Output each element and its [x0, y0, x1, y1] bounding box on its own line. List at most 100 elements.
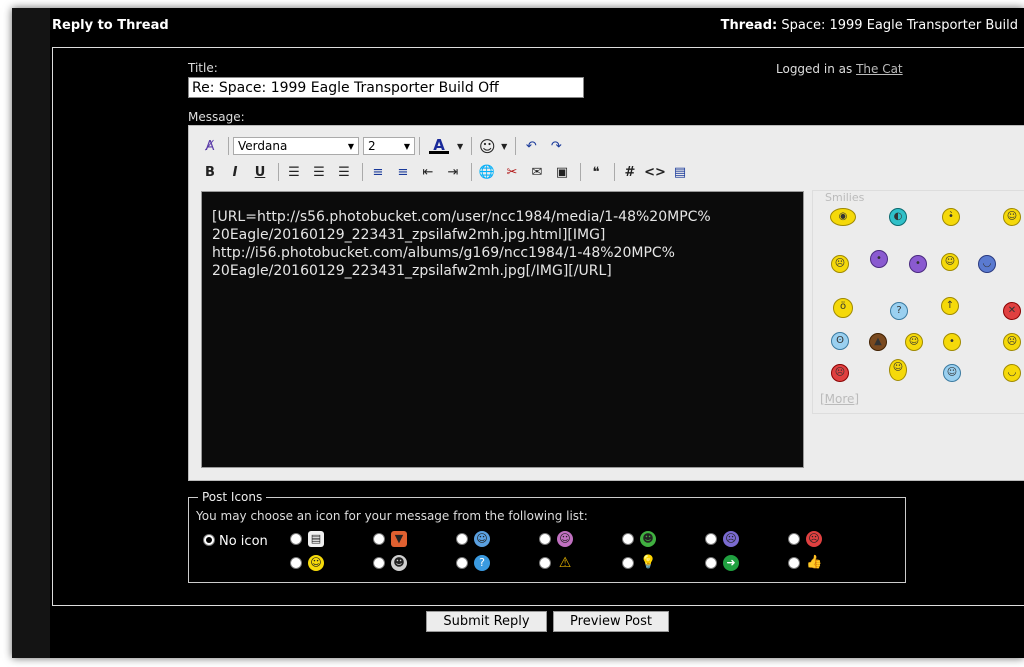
- smilie-icon[interactable]: ↑: [941, 297, 959, 315]
- post-icons-legend: Post Icons: [198, 490, 267, 504]
- smilie-icon[interactable]: ☺: [941, 253, 959, 271]
- align-left-icon[interactable]: ☰: [283, 161, 305, 183]
- smilie-icon[interactable]: ☺: [905, 333, 923, 351]
- thumbs-down-icon: ▼: [391, 531, 407, 547]
- insert-link-icon[interactable]: 🌐: [476, 161, 498, 183]
- chevron-down-icon: ▼: [403, 141, 410, 151]
- align-center-icon[interactable]: ☰: [308, 161, 330, 183]
- undo-icon[interactable]: ↶: [520, 135, 542, 157]
- redo-icon[interactable]: ↷: [545, 135, 567, 157]
- indent-icon[interactable]: ⇥: [442, 161, 464, 183]
- smilie-icon[interactable]: ☺: [1003, 208, 1021, 226]
- post-icon-radio[interactable]: [622, 557, 634, 569]
- smilie-icon[interactable]: •: [909, 255, 927, 273]
- smilie-icon[interactable]: ◡: [1003, 364, 1021, 382]
- unordered-list-icon[interactable]: ≡: [392, 161, 414, 183]
- smile-icon: ☺: [474, 531, 490, 547]
- font-size-value: 2: [368, 139, 376, 153]
- message-line: http://i56.photobucket.com/albums/g169/n…: [212, 245, 675, 261]
- preview-post-button[interactable]: Preview Post: [553, 611, 669, 632]
- remove-format-icon[interactable]: A̸: [199, 135, 221, 157]
- arrow-right-icon: ➜: [723, 555, 739, 571]
- ordered-list-icon[interactable]: ≡: [367, 161, 389, 183]
- smilie-icon[interactable]: ö: [833, 298, 853, 318]
- smiley-icon[interactable]: ☺: [476, 135, 498, 157]
- no-icon-radio[interactable]: [203, 534, 215, 546]
- smilie-icon[interactable]: •: [870, 250, 888, 268]
- post-icon-radio[interactable]: [456, 557, 468, 569]
- message-textarea[interactable]: [URL=http://s56.photobucket.com/user/ncc…: [201, 191, 804, 468]
- chevron-down-icon[interactable]: ▼: [501, 142, 507, 151]
- hash-button[interactable]: #: [619, 161, 641, 183]
- post-icon-radio[interactable]: [788, 557, 800, 569]
- header-bar: Reply to Thread Thread: Space: 1999 Eagl…: [12, 8, 1024, 44]
- smilie-icon[interactable]: ?: [890, 302, 908, 320]
- post-icon-radio[interactable]: [539, 557, 551, 569]
- code-button[interactable]: <>: [644, 161, 666, 183]
- smilie-icon[interactable]: ☹: [831, 364, 849, 382]
- cool-icon: ☻: [391, 555, 407, 571]
- align-right-icon[interactable]: ☰: [333, 161, 355, 183]
- sad-icon: ☹: [723, 531, 739, 547]
- smilie-icon[interactable]: ☹: [831, 255, 849, 273]
- toolbar-separator: [419, 137, 420, 155]
- thumbs-up-icon: 👍: [806, 555, 823, 570]
- smilie-icon[interactable]: ◉: [830, 208, 856, 226]
- underline-button[interactable]: U: [249, 161, 271, 183]
- toolbar-separator: [228, 137, 229, 155]
- smilie-icon[interactable]: ☹: [1003, 333, 1021, 351]
- thread-name: Space: 1999 Eagle Transporter Build: [781, 18, 1018, 33]
- no-icon-label: No icon: [219, 534, 268, 549]
- post-icons-description: You may choose an icon for your message …: [196, 509, 588, 523]
- more-smilies-link[interactable]: [More]: [820, 392, 859, 406]
- thread-label: Thread:: [720, 18, 778, 33]
- smilie-icon[interactable]: ʘ: [831, 332, 849, 350]
- remove-link-icon[interactable]: ✂: [501, 161, 523, 183]
- chevron-down-icon: ▼: [347, 141, 354, 151]
- toolbar-separator: [580, 163, 581, 181]
- smilie-icon[interactable]: ◡: [978, 255, 996, 273]
- post-icon-radio[interactable]: [373, 557, 385, 569]
- smilie-icon[interactable]: •̀: [942, 208, 960, 226]
- insert-image-icon[interactable]: ▣: [551, 161, 573, 183]
- smilie-icon[interactable]: •: [943, 333, 961, 351]
- toolbar-separator: [471, 163, 472, 181]
- toolbar-row-1: A̸ Verdana ▼ 2 ▼ A ▼ ☺ ▼ ↶ ↷: [199, 135, 570, 157]
- post-icon-radio[interactable]: [539, 533, 551, 545]
- font-name-select[interactable]: Verdana ▼: [233, 137, 359, 155]
- post-icon-radio[interactable]: [373, 533, 385, 545]
- post-icon-radio[interactable]: [622, 533, 634, 545]
- happy-icon: ☺: [308, 555, 324, 571]
- toolbar-row-2: B I U ☰ ☰ ☰ ≡ ≡ ⇤ ⇥ 🌐 ✂ ✉ ▣ ❝ # <> ▤: [199, 161, 694, 183]
- smilie-icon[interactable]: ☺: [889, 359, 907, 381]
- title-input[interactable]: Re: Space: 1999 Eagle Transporter Build …: [188, 77, 584, 98]
- quote-icon[interactable]: ❝: [585, 161, 607, 183]
- email-link-icon[interactable]: ✉: [526, 161, 548, 183]
- smilie-icon[interactable]: ▲: [869, 333, 887, 351]
- html-icon[interactable]: ▤: [669, 161, 691, 183]
- font-color-button[interactable]: A: [424, 135, 454, 157]
- post-icon-radio[interactable]: [705, 557, 717, 569]
- toolbar-separator: [362, 163, 363, 181]
- tongue-icon: ☺: [557, 531, 573, 547]
- post-icon-radio[interactable]: [456, 533, 468, 545]
- page-title: Reply to Thread: [52, 18, 169, 33]
- smilie-icon[interactable]: ✕: [1003, 302, 1021, 320]
- bold-button[interactable]: B: [199, 161, 221, 183]
- logged-in-prefix: Logged in as: [776, 62, 853, 76]
- submit-reply-button[interactable]: Submit Reply: [426, 611, 547, 632]
- post-icon-radio[interactable]: [290, 533, 302, 545]
- smilie-icon[interactable]: ◐: [889, 208, 907, 226]
- outdent-icon[interactable]: ⇤: [417, 161, 439, 183]
- font-name-value: Verdana: [238, 139, 288, 153]
- post-icon-radio[interactable]: [788, 533, 800, 545]
- message-line: 20Eagle/20160129_223431_zpsilafw2mh.jpg.…: [212, 227, 606, 243]
- post-icon-radio[interactable]: [290, 557, 302, 569]
- username-link[interactable]: The Cat: [856, 62, 903, 76]
- chevron-down-icon[interactable]: ▼: [457, 142, 463, 151]
- toolbar-separator: [471, 137, 473, 155]
- font-size-select[interactable]: 2 ▼: [363, 137, 415, 155]
- post-icon-radio[interactable]: [705, 533, 717, 545]
- smilie-icon[interactable]: ☺: [943, 364, 961, 382]
- italic-button[interactable]: I: [224, 161, 246, 183]
